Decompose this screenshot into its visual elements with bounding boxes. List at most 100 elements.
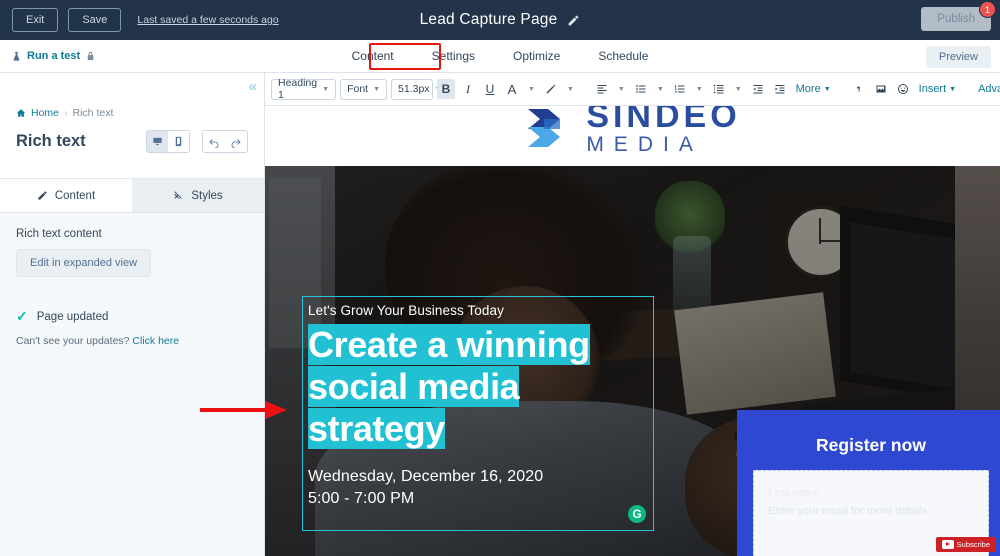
chevron-down-icon[interactable]: ▼	[564, 86, 577, 93]
mobile-icon[interactable]	[168, 131, 189, 152]
outdent-icon[interactable]	[749, 79, 767, 99]
sidebar-tab-list: Content Styles	[0, 179, 264, 213]
hero-subline: Wednesday, December 16, 2020 5:00 - 7:00…	[303, 466, 653, 509]
undo-icon[interactable]	[203, 131, 225, 152]
link-icon[interactable]	[850, 79, 868, 99]
numbered-list-icon[interactable]	[671, 79, 689, 99]
editor-sub-navigation: Run a test Content Settings Optimize Sch…	[0, 40, 1000, 81]
tab-settings[interactable]: Settings	[413, 41, 494, 72]
check-icon: ✓	[16, 308, 28, 324]
font-select[interactable]: Font ▼	[340, 78, 388, 100]
youtube-subscribe-badge[interactable]: Subscribe	[935, 537, 996, 552]
pencil-icon[interactable]	[567, 14, 580, 27]
breadcrumb-home[interactable]: Home	[31, 107, 59, 119]
logo: SINDEO MEDIA	[524, 106, 741, 157]
text-color-icon[interactable]: A	[503, 79, 521, 99]
youtube-icon	[941, 540, 954, 549]
last-saved-status[interactable]: Last saved a few seconds ago	[137, 14, 278, 26]
indent-icon[interactable]	[771, 79, 789, 99]
tab-content[interactable]: Content	[333, 41, 413, 81]
module-title: Rich text	[16, 132, 86, 150]
advanced-menu-button[interactable]: Advanced ▼	[975, 83, 1000, 95]
highlighter-icon[interactable]	[542, 79, 560, 99]
exit-button[interactable]: Exit	[12, 8, 59, 32]
logo-main-text: SINDEO	[586, 106, 741, 136]
hero-headline-line-2: social media	[308, 366, 520, 408]
hero-section: Let's Grow Your Business Today Create a …	[265, 166, 1000, 556]
chevron-down-icon: ▼	[373, 85, 381, 93]
font-size-value: 51.3px	[398, 83, 430, 95]
top-navigation-bar: Exit Save Last saved a few seconds ago L…	[0, 0, 1000, 40]
module-sidebar: « Home › Rich text Rich text Content Sty…	[0, 73, 265, 556]
chevron-down-icon[interactable]: ▼	[654, 86, 667, 93]
save-button[interactable]: Save	[68, 8, 122, 32]
sidebar-body: Rich text content Edit in expanded view …	[0, 213, 264, 362]
chevron-down-icon[interactable]: ▼	[693, 86, 706, 93]
chevron-down-icon[interactable]: ▼	[615, 86, 628, 93]
edit-in-expanded-view-button[interactable]: Edit in expanded view	[16, 249, 152, 277]
logo-sub-text: MEDIA	[586, 133, 703, 157]
chevron-down-icon[interactable]: ▼	[525, 86, 538, 93]
hero-eyebrow-text: Let's Grow Your Business Today	[308, 303, 504, 318]
rich-text-content-label: Rich text content	[16, 228, 102, 240]
emoji-icon[interactable]	[894, 79, 912, 99]
home-icon	[16, 109, 26, 117]
desktop-icon[interactable]	[147, 131, 168, 152]
red-arrow-annotation	[200, 401, 287, 419]
publish-group: Publish 1	[921, 1, 996, 31]
update-hint: Can't see your updates? Click here	[16, 335, 248, 347]
more-label: More	[795, 83, 821, 95]
chevron-down-icon: ▼	[322, 85, 330, 93]
sidebar-tab-content-label: Content	[54, 189, 96, 202]
redo-icon[interactable]	[225, 131, 247, 152]
brush-icon	[174, 191, 183, 199]
hero-headline: Create a winning social media strategy	[303, 324, 653, 450]
device-preview-toggle	[146, 130, 190, 153]
align-left-icon[interactable]	[593, 79, 611, 99]
publish-notification-badge: 1	[979, 1, 996, 18]
page-preview-canvas: SINDEO MEDIA Let's Grow Your Business To…	[265, 106, 1000, 556]
preview-button[interactable]: Preview	[925, 46, 991, 68]
youtube-subscribe-label: Subscribe	[956, 540, 990, 549]
sidebar-header: « Home › Rich text Rich text	[0, 73, 264, 179]
underline-button[interactable]: U	[481, 79, 499, 99]
sidebar-title-row: Rich text	[16, 130, 248, 153]
site-logo-band: SINDEO MEDIA	[265, 106, 1000, 166]
page-title: Lead Capture Page	[419, 11, 558, 28]
register-card-title: Register now	[816, 435, 926, 455]
sidebar-tab-styles-label: Styles	[191, 189, 223, 202]
italic-button[interactable]: I	[459, 79, 477, 99]
page-editor-screen: Exit Save Last saved a few seconds ago L…	[0, 0, 1000, 556]
tab-schedule[interactable]: Schedule	[579, 41, 667, 72]
double-chevron-left-icon[interactable]: «	[249, 79, 257, 94]
tab-optimize[interactable]: Optimize	[494, 41, 579, 72]
undo-redo-group	[202, 130, 248, 153]
chevron-down-icon[interactable]: ▼	[732, 86, 745, 93]
page-updated-label: Page updated	[36, 310, 109, 323]
insert-label: Insert	[918, 83, 947, 95]
advanced-label: Advanced	[978, 83, 1000, 95]
update-hint-link[interactable]: Click here	[132, 335, 179, 347]
rich-text-module-selected[interactable]: Let's Grow Your Business Today Create a …	[302, 296, 654, 531]
hero-time-line: 5:00 - 7:00 PM	[308, 489, 415, 507]
editor-tab-list: Content Settings Optimize Schedule	[0, 41, 1000, 81]
grammarly-icon[interactable]: G	[628, 505, 646, 523]
rich-text-toolbar: Heading 1 ▼ Font ▼ 51.3px ▼ B I U A ▼ ▼ …	[265, 73, 1000, 106]
heading-select[interactable]: Heading 1 ▼	[271, 77, 337, 101]
bold-button[interactable]: B	[437, 79, 456, 99]
register-form-field-sub: Enter your email for more details	[768, 505, 927, 517]
sidebar-tab-styles[interactable]: Styles	[132, 179, 264, 212]
font-size-select[interactable]: 51.3px ▼	[391, 78, 441, 100]
more-formatting-button[interactable]: More ▼	[793, 83, 834, 95]
logo-text: SINDEO MEDIA	[586, 106, 741, 157]
font-select-value: Font	[347, 83, 369, 95]
breadcrumb-separator: ›	[64, 107, 68, 119]
bullet-list-icon[interactable]	[632, 79, 650, 99]
image-icon[interactable]	[872, 79, 890, 99]
sidebar-tab-content[interactable]: Content	[0, 179, 132, 212]
update-hint-text: Can't see your updates?	[16, 335, 130, 347]
insert-menu-button[interactable]: Insert ▼	[916, 83, 959, 95]
register-form-field-label: First name	[768, 487, 820, 499]
top-nav-left-group: Exit Save Last saved a few seconds ago	[0, 8, 279, 32]
line-height-icon[interactable]	[710, 79, 728, 99]
